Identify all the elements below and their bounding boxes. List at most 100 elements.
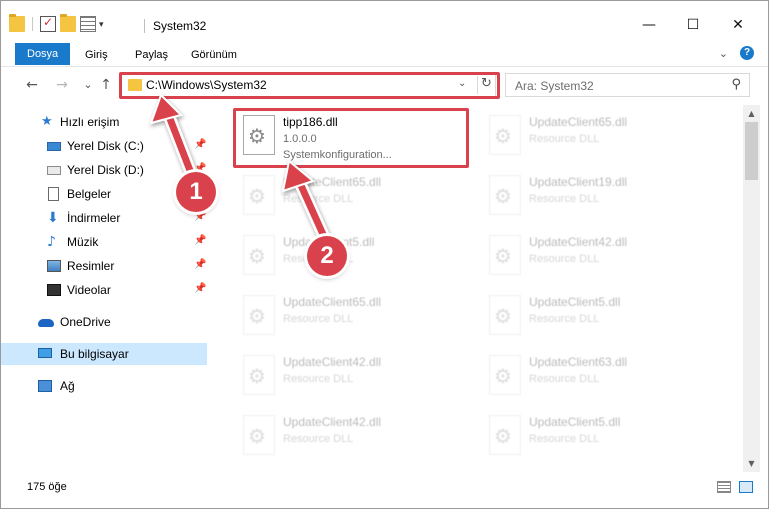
ribbon-controls: ⌄ ? bbox=[719, 46, 754, 60]
dll-file-icon bbox=[243, 415, 275, 455]
file-description: Resource DLL bbox=[529, 193, 600, 205]
tab-home[interactable]: Giriş bbox=[73, 44, 120, 66]
dll-file-icon bbox=[489, 115, 521, 155]
file-tile[interactable]: UpdateClient42.dll Resource DLL bbox=[233, 409, 473, 467]
back-button[interactable]: ← bbox=[23, 76, 41, 94]
up-button[interactable]: ↑ bbox=[97, 76, 115, 94]
search-input[interactable]: Ara: System32 ⚲ bbox=[505, 73, 750, 97]
sidebar-item-pictures[interactable]: Resimler 📌 bbox=[1, 255, 207, 277]
sidebar-item-quick-access[interactable]: ★ Hızlı erişim bbox=[1, 111, 207, 133]
dll-file-icon bbox=[243, 235, 275, 275]
sidebar-item-local-disk-d[interactable]: Yerel Disk (D:) 📌 bbox=[1, 159, 207, 181]
help-icon[interactable]: ? bbox=[740, 46, 754, 60]
file-name: UpdateClient5.dll bbox=[529, 415, 621, 429]
sidebar-item-label: Hızlı erişim bbox=[60, 115, 120, 129]
file-list: tipp186.dll 1.0.0.0 Systemkonfiguration.… bbox=[213, 105, 743, 472]
sidebar-item-videos[interactable]: Videolar 📌 bbox=[1, 279, 207, 301]
file-name: UpdateClient65.dll bbox=[283, 175, 382, 189]
pin-icon[interactable]: 📌 bbox=[194, 235, 206, 246]
folder-icon bbox=[9, 14, 25, 32]
sidebar-item-label: Yerel Disk (C:) bbox=[67, 139, 144, 153]
divider bbox=[144, 19, 145, 33]
chevron-down-icon[interactable]: ⌄ bbox=[719, 47, 728, 60]
search-placeholder: Ara: System32 bbox=[515, 79, 594, 93]
documents-icon bbox=[48, 187, 59, 201]
step-badge-1: 1 bbox=[176, 172, 216, 212]
status-bar: 175 öğe bbox=[1, 474, 768, 500]
file-tile[interactable]: UpdateClient5.dll Resource DLL bbox=[479, 409, 719, 467]
scroll-down-arrow-icon[interactable]: ▼ bbox=[743, 455, 760, 472]
file-tile[interactable]: UpdateClient65.dll Resource DLL bbox=[479, 109, 719, 167]
drive-icon bbox=[47, 142, 61, 151]
pictures-icon bbox=[47, 260, 61, 272]
scroll-up-arrow-icon[interactable]: ▲ bbox=[743, 105, 760, 122]
download-icon: ⬇ bbox=[47, 210, 59, 226]
pin-icon[interactable]: 📌 bbox=[194, 139, 206, 150]
large-icons-view-icon[interactable] bbox=[739, 481, 753, 493]
navigation-bar: ← → ⌄ ↑ C:\Windows\System32 ⌄ ↻ Ara: Sys… bbox=[1, 68, 768, 104]
file-tile[interactable]: UpdateClient5.dll Resource DLL bbox=[233, 229, 473, 287]
sidebar-item-onedrive[interactable]: OneDrive bbox=[1, 311, 207, 333]
search-icon[interactable]: ⚲ bbox=[731, 77, 741, 92]
customize-toolbar-chevron-icon[interactable]: ▾ bbox=[99, 19, 104, 30]
file-highlight-box bbox=[233, 108, 469, 168]
quick-access-toolbar: ▾ bbox=[9, 14, 104, 33]
pin-icon[interactable]: 📌 bbox=[194, 211, 206, 222]
file-name: UpdateClient63.dll bbox=[529, 355, 628, 369]
recent-locations-button[interactable]: ⌄ bbox=[79, 76, 97, 94]
title-bar: ▾ System32 — ☐ ✕ bbox=[1, 1, 768, 41]
file-name: UpdateClient65.dll bbox=[529, 115, 628, 129]
navigation-pane: ★ Hızlı erişim Yerel Disk (C:) 📌 Yerel D… bbox=[1, 105, 211, 472]
sidebar-item-network[interactable]: Ağ bbox=[1, 375, 207, 397]
file-tile[interactable]: UpdateClient19.dll Resource DLL bbox=[479, 169, 719, 227]
sidebar-item-downloads[interactable]: ⬇ İndirmeler 📌 bbox=[1, 207, 207, 229]
close-button[interactable]: ✕ bbox=[726, 13, 750, 37]
dll-file-icon bbox=[489, 175, 521, 215]
divider bbox=[32, 17, 33, 31]
window-title: System32 bbox=[153, 19, 207, 33]
sidebar-item-this-pc[interactable]: Bu bilgisayar bbox=[1, 343, 207, 365]
forward-button[interactable]: → bbox=[53, 76, 71, 94]
music-icon: ♪ bbox=[47, 234, 56, 250]
tab-file[interactable]: Dosya bbox=[15, 43, 71, 65]
maximize-button[interactable]: ☐ bbox=[681, 13, 705, 37]
properties-icon[interactable] bbox=[40, 15, 56, 32]
file-name: UpdateClient42.dll bbox=[283, 355, 382, 369]
tab-view[interactable]: Görünüm bbox=[179, 44, 249, 66]
file-tile[interactable]: UpdateClient65.dll Resource DLL bbox=[233, 289, 473, 347]
vertical-scrollbar[interactable]: ▲ ▼ bbox=[743, 105, 760, 472]
minimize-button[interactable]: — bbox=[637, 13, 661, 37]
tab-share[interactable]: Paylaş bbox=[123, 44, 180, 66]
file-name: UpdateClient42.dll bbox=[529, 235, 628, 249]
star-icon: ★ bbox=[41, 114, 53, 129]
file-description: Resource DLL bbox=[529, 433, 600, 445]
file-description: Resource DLL bbox=[529, 313, 600, 325]
scroll-thumb[interactable] bbox=[745, 122, 758, 180]
sidebar-item-label: Videolar bbox=[67, 283, 111, 297]
sidebar-item-local-disk-c[interactable]: Yerel Disk (C:) 📌 bbox=[1, 135, 207, 157]
file-description: Resource DLL bbox=[283, 433, 354, 445]
drive-icon bbox=[47, 166, 61, 175]
sidebar-item-label: Yerel Disk (D:) bbox=[67, 163, 144, 177]
sidebar-item-label: OneDrive bbox=[60, 315, 111, 329]
details-view-icon[interactable] bbox=[717, 481, 731, 493]
video-icon bbox=[47, 284, 61, 296]
file-tile[interactable]: UpdateClient42.dll Resource DLL bbox=[233, 349, 473, 407]
file-tile[interactable]: UpdateClient5.dll Resource DLL bbox=[479, 289, 719, 347]
sidebar-item-label: Ağ bbox=[60, 379, 75, 393]
view-icon[interactable] bbox=[80, 16, 96, 32]
sidebar-item-label: İndirmeler bbox=[67, 211, 121, 225]
new-folder-icon[interactable] bbox=[60, 14, 76, 32]
file-tile[interactable]: UpdateClient42.dll Resource DLL bbox=[479, 229, 719, 287]
file-tile[interactable]: UpdateClient63.dll Resource DLL bbox=[479, 349, 719, 407]
step-badge-2: 2 bbox=[307, 236, 347, 276]
pin-icon[interactable]: 📌 bbox=[194, 259, 206, 270]
file-name: UpdateClient19.dll bbox=[529, 175, 628, 189]
pin-icon[interactable]: 📌 bbox=[194, 283, 206, 294]
explorer-window: ▾ System32 — ☐ ✕ Dosya Giriş Paylaş Görü… bbox=[0, 0, 769, 509]
file-tile[interactable]: UpdateClient65.dll Resource DLL bbox=[233, 169, 473, 227]
sidebar-item-label: Müzik bbox=[67, 235, 99, 249]
dll-file-icon bbox=[489, 415, 521, 455]
sidebar-item-label: Bu bilgisayar bbox=[60, 347, 129, 361]
sidebar-item-music[interactable]: ♪ Müzik 📌 bbox=[1, 231, 207, 253]
